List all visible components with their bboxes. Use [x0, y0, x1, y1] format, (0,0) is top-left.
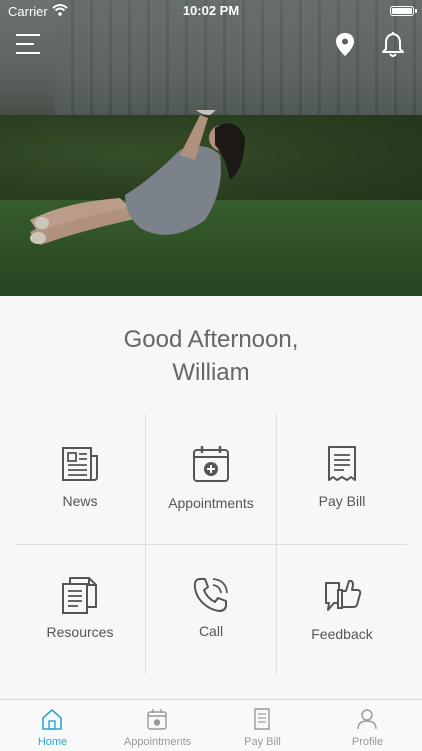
location-pin-icon	[336, 33, 354, 56]
tab-pay-bill[interactable]: Pay Bill	[210, 700, 315, 751]
tab-pay-bill-label: Pay Bill	[244, 736, 281, 748]
appointments-label: Appointments	[168, 495, 254, 511]
resources-tile[interactable]: Resources	[15, 545, 145, 675]
calendar-icon	[147, 709, 167, 730]
phone-icon	[193, 578, 228, 612]
documents-icon	[62, 577, 97, 614]
thumbs-up-chat-icon	[325, 579, 362, 611]
call-tile[interactable]: Call	[146, 545, 276, 675]
feedback-label: Feedback	[311, 626, 373, 642]
person-icon	[357, 709, 377, 730]
feedback-tile[interactable]: Feedback	[277, 545, 407, 675]
bell-icon	[382, 31, 404, 57]
hamburger-menu-icon	[16, 34, 40, 54]
location-button[interactable]	[331, 30, 361, 60]
tab-bar: Home Appointments Pay Bill Profile	[0, 699, 422, 751]
tab-appointments[interactable]: Appointments	[105, 700, 210, 751]
greeting-user-name: William	[172, 359, 250, 386]
pay-bill-label: Pay Bill	[318, 493, 366, 509]
tab-home[interactable]: Home	[0, 700, 105, 751]
appointments-tile[interactable]: Appointments	[146, 414, 276, 544]
pay-bill-tile[interactable]: Pay Bill	[277, 414, 407, 544]
call-label: Call	[198, 623, 224, 639]
receipt-icon	[328, 446, 356, 481]
menu-button[interactable]	[14, 30, 44, 60]
calendar-add-icon	[193, 446, 229, 482]
tab-profile-label: Profile	[351, 736, 384, 748]
battery-icon	[390, 6, 417, 16]
tab-profile[interactable]: Profile	[315, 700, 420, 751]
bill-icon	[254, 708, 270, 730]
resources-label: Resources	[46, 624, 114, 640]
home-icon	[42, 709, 62, 730]
tab-appointments-label: Appointments	[123, 736, 192, 748]
status-time: 10:02 PM	[182, 3, 240, 18]
notifications-button[interactable]	[378, 30, 408, 60]
newspaper-icon	[62, 447, 98, 481]
news-label: News	[62, 493, 98, 509]
greeting-line: Good Afternoon,	[123, 326, 299, 353]
news-tile[interactable]: News	[15, 414, 145, 544]
greeting: Good Afternoon, William	[0, 323, 422, 389]
status-bar: Carrier 10:02 PM	[0, 0, 422, 22]
tab-home-label: Home	[37, 736, 68, 748]
quick-actions-grid: News Appointments Pay Bill Resources Cal…	[15, 414, 407, 674]
